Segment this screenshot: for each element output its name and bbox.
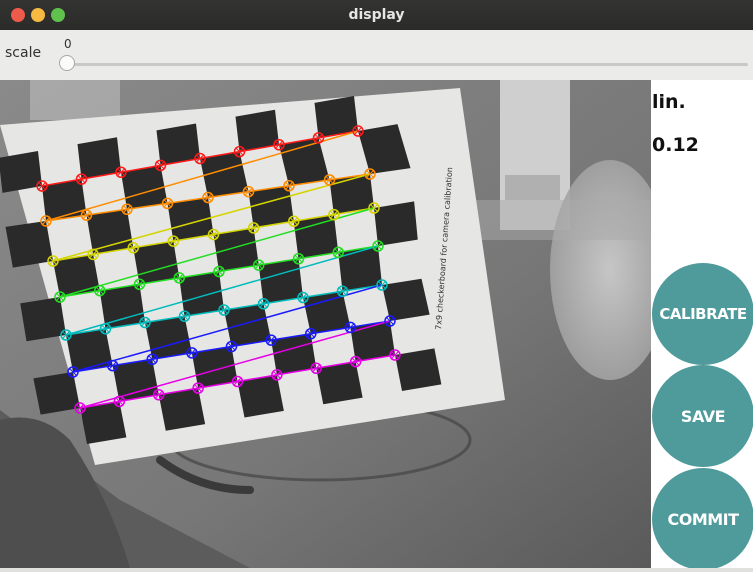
checker-square [213, 227, 259, 272]
checker-square [237, 374, 284, 418]
calibrate-button[interactable]: CALIBRATE [652, 263, 753, 365]
checker-square [303, 291, 351, 334]
checker-square [53, 254, 100, 297]
mode-label: lin. [652, 91, 686, 113]
scale-value: 0 [64, 37, 72, 51]
checker-square [224, 303, 272, 347]
checker-square [20, 297, 66, 342]
checker-square [316, 361, 363, 405]
scale-slider-thumb[interactable] [59, 55, 75, 71]
checker-square [112, 359, 159, 402]
window-titlebar: display [0, 0, 753, 30]
checker-square [5, 221, 53, 268]
scale-slider-track[interactable] [61, 63, 748, 66]
checker-square [338, 246, 382, 292]
checker-square [145, 316, 192, 360]
checker-square [33, 372, 80, 415]
calibration-panel: lin. 0.12 CALIBRATE SAVE COMMIT [651, 80, 753, 568]
checker-square [66, 328, 113, 372]
checker-square [258, 258, 303, 304]
checker-square [374, 201, 418, 246]
save-button[interactable]: SAVE [652, 365, 753, 467]
checker-square [133, 241, 180, 285]
checker-square [80, 401, 127, 444]
shelf-object [470, 200, 650, 240]
cloth-object [30, 80, 120, 120]
mode-value: 0.12 [652, 134, 699, 156]
checker-square [179, 271, 224, 317]
camera-frame: 7x9 checkerboard for camera calibration [0, 80, 651, 568]
commit-button[interactable]: COMMIT [652, 468, 753, 568]
checker-square [99, 284, 145, 329]
checker-square [248, 185, 294, 228]
window-title: display [348, 7, 405, 23]
camera-view: 7x9 checkerboard for camera calibration [0, 80, 651, 568]
carton-label [505, 175, 560, 200]
checker-square [0, 151, 42, 193]
checker-square [293, 214, 339, 259]
scale-label: scale [5, 45, 42, 61]
trackbar-row: scale 0 [0, 30, 753, 81]
checker-square [191, 346, 238, 389]
checker-square [158, 388, 206, 431]
checker-square [395, 348, 442, 391]
checker-square [382, 278, 430, 321]
window-bottom-border [0, 568, 753, 572]
checker-square [86, 209, 134, 255]
